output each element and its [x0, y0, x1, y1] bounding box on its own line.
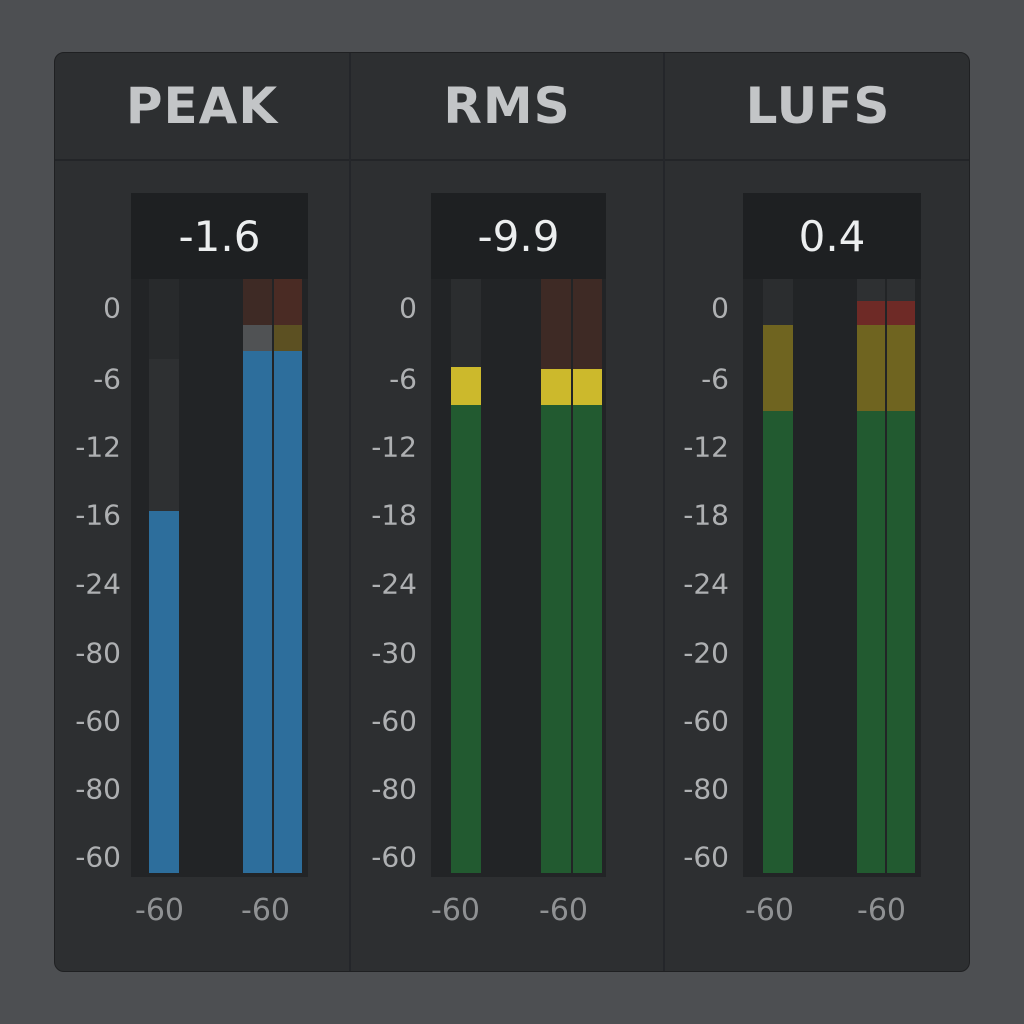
lufs-scale-label: -20: [683, 636, 729, 670]
lufs-bar-mid: [857, 279, 885, 873]
rms-scale-label: -12: [371, 430, 417, 464]
lufs-scale-label: -60: [683, 704, 729, 738]
lufs-header: LUFS: [665, 53, 969, 161]
lufs-bar-right-top: [887, 279, 915, 301]
rms-scale-label: -18: [371, 498, 417, 532]
rms-bar-right: [573, 279, 602, 873]
rms-scale-label: -30: [371, 636, 417, 670]
lufs-bar-mid-fill: [857, 411, 885, 873]
peak-bar-left-fill: [149, 511, 179, 873]
lufs-bar-right-red: [887, 301, 915, 325]
lufs-bar-mid-red: [857, 301, 885, 325]
lufs-scale-label: -12: [683, 430, 729, 464]
peak-scale-label: -60: [75, 840, 121, 874]
peak-scale-label: -6: [93, 362, 121, 396]
lufs-bar-left: [763, 279, 793, 873]
peak-bar-left: [149, 279, 179, 873]
peak-footer-right: -60: [241, 893, 290, 928]
rms-bar-left: [451, 279, 481, 873]
lufs-scale-label: -18: [683, 498, 729, 532]
lufs-readout-value: 0.4: [798, 211, 866, 261]
rms-bar-mid: [541, 279, 571, 873]
rms-bar-right-yellow: [573, 369, 602, 405]
lufs-bar-mid-top: [857, 279, 885, 301]
rms-bar-mid-yellow: [541, 369, 571, 405]
rms-scale-label: -6: [389, 362, 417, 396]
lufs-bar-right: [887, 279, 915, 873]
lufs-bar-left-yellow: [763, 325, 793, 411]
lufs-bar-right-yellow: [887, 325, 915, 411]
peak-bar-mid-gray: [243, 325, 272, 351]
peak-readout-value: -1.6: [178, 211, 261, 261]
rms-footer-left: -60: [431, 893, 480, 928]
rms-bar-left-top: [451, 279, 481, 367]
rms-title: RMS: [443, 77, 571, 135]
lufs-scale-label: -60: [683, 840, 729, 874]
rms-scale-label: -60: [371, 840, 417, 874]
peak-bar-mid-fill: [243, 351, 272, 873]
rms-meter-body: [431, 279, 606, 877]
peak-footer-left: -60: [135, 893, 184, 928]
lufs-bar-left-fill: [763, 411, 793, 873]
lufs-scale-label: -6: [701, 362, 729, 396]
lufs-footer-right: -60: [857, 893, 906, 928]
rms-readout: -9.9: [431, 193, 606, 279]
peak-readout: -1.6: [131, 193, 308, 279]
rms-scale-label: 0: [399, 291, 417, 325]
rms-meter-section: RMS -9.9 0 -6 -12 -18 -24 -30 -60 -80 -6…: [351, 53, 663, 971]
rms-bar-left-fill: [451, 405, 481, 873]
lufs-readout: 0.4: [743, 193, 921, 279]
lufs-bar-right-fill: [887, 411, 915, 873]
lufs-scale-label: -80: [683, 772, 729, 806]
peak-scale-label: -24: [75, 567, 121, 601]
rms-bar-left-yellow: [451, 367, 481, 405]
peak-scale-label: -60: [75, 704, 121, 738]
rms-readout-value: -9.9: [477, 211, 560, 261]
peak-bar-mid: [243, 279, 272, 873]
rms-scale-label: -24: [371, 567, 417, 601]
rms-bar-right-fill: [573, 405, 602, 873]
lufs-footer-left: -60: [745, 893, 794, 928]
peak-bar-left-top: [149, 279, 179, 359]
peak-bar-right-red: [274, 279, 302, 325]
peak-bar-right-fill: [274, 351, 302, 873]
peak-scale-label: 0: [103, 291, 121, 325]
rms-scale-label: -60: [371, 704, 417, 738]
lufs-title: LUFS: [745, 77, 891, 135]
rms-footer-right: -60: [539, 893, 588, 928]
peak-scale-label: -16: [75, 498, 121, 532]
peak-title: PEAK: [125, 77, 279, 135]
rms-bar-mid-red: [541, 279, 571, 369]
peak-meter-body: [131, 279, 308, 877]
peak-bar-mid-red: [243, 279, 272, 325]
peak-scale-label: -80: [75, 772, 121, 806]
peak-header: PEAK: [55, 53, 349, 161]
peak-meter-section: PEAK -1.6 0 -6 -12 -16 -24 -80 -60 -80 -…: [55, 53, 349, 971]
loudness-meter-panel: PEAK -1.6 0 -6 -12 -16 -24 -80 -60 -80 -…: [54, 52, 970, 972]
lufs-scale-label: -24: [683, 567, 729, 601]
peak-bar-right: [274, 279, 302, 873]
rms-bar-mid-fill: [541, 405, 571, 873]
peak-bar-right-yellow: [274, 325, 302, 351]
peak-bar-left-hold: [149, 359, 179, 511]
lufs-scale-label: 0: [711, 291, 729, 325]
peak-scale-label: -12: [75, 430, 121, 464]
lufs-bar-left-top: [763, 279, 793, 325]
rms-scale-label: -80: [371, 772, 417, 806]
lufs-meter-body: [743, 279, 921, 877]
peak-scale-label: -80: [75, 636, 121, 670]
rms-header: RMS: [351, 53, 663, 161]
lufs-meter-section: LUFS 0.4 0 -6 -12 -18 -24 -20 -60 -80 -6…: [665, 53, 969, 971]
lufs-bar-mid-yellow: [857, 325, 885, 411]
rms-bar-right-red: [573, 279, 602, 369]
